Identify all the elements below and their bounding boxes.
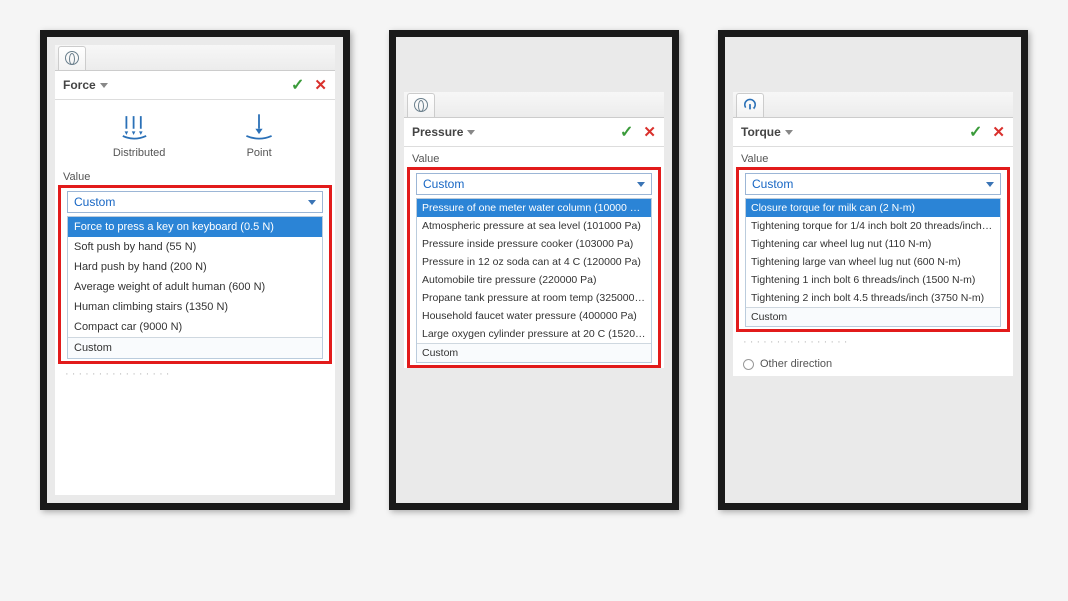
option-item[interactable]: Tightening torque for 1/4 inch bolt 20 t… (746, 217, 1000, 235)
chevron-down-icon (308, 200, 316, 205)
cancel-icon[interactable]: ✕ (314, 76, 327, 94)
radio-icon (743, 359, 754, 370)
title-bar: Force ✓ ✕ (55, 71, 335, 100)
option-item[interactable]: Tightening 2 inch bolt 4.5 threads/inch … (746, 289, 1000, 307)
globe-icon (414, 98, 428, 112)
option-item[interactable]: Pressure in 12 oz soda can at 4 C (12000… (417, 253, 651, 271)
globe-icon (65, 51, 79, 65)
option-item[interactable]: Compact car (9000 N) (68, 317, 322, 337)
distributed-icon (121, 112, 157, 140)
obscured-row: · · · · · · · · · · · · · · · · (733, 332, 1013, 352)
title-bar: Pressure ✓ ✕ (404, 118, 664, 147)
value-dropdown[interactable]: Custom (67, 191, 323, 213)
other-direction-radio[interactable]: Other direction (733, 352, 1013, 376)
option-item[interactable]: Hard push by hand (200 N) (68, 257, 322, 277)
highlight-box-pressure: Custom Pressure of one meter water colum… (407, 167, 661, 368)
title-bar: Torque ✓ ✕ (733, 118, 1013, 147)
torque-panel: Torque ✓ ✕ Value Custom Closure torque f… (733, 92, 1013, 376)
dropdown-selected: Custom (752, 177, 793, 191)
force-type-row: Distributed Point (55, 100, 335, 165)
option-item[interactable]: Tightening car wheel lug nut (110 N-m) (746, 235, 1000, 253)
torque-panel-frame: Torque ✓ ✕ Value Custom Closure torque f… (718, 30, 1028, 510)
cancel-icon[interactable]: ✕ (643, 123, 656, 141)
cancel-icon[interactable]: ✕ (992, 123, 1005, 141)
tab-globe[interactable] (58, 46, 86, 70)
value-dropdown[interactable]: Custom (416, 173, 652, 195)
distributed-label: Distributed (113, 147, 166, 159)
dropdown-selected: Custom (423, 177, 464, 191)
point-option[interactable]: Point (241, 112, 277, 159)
option-item[interactable]: Tightening 1 inch bolt 6 threads/inch (1… (746, 271, 1000, 289)
tab-strip (404, 92, 664, 118)
highlight-box-force: Custom Force to press a key on keyboard … (58, 185, 332, 364)
force-panel: Force ✓ ✕ Distributed (55, 45, 335, 495)
option-item[interactable]: Force to press a key on keyboard (0.5 N) (68, 217, 322, 237)
confirm-icon[interactable]: ✓ (969, 122, 982, 142)
torque-icon (743, 98, 757, 112)
option-list: Pressure of one meter water column (1000… (416, 198, 652, 363)
tab-globe[interactable] (407, 93, 435, 117)
option-item-custom[interactable]: Custom (746, 307, 1000, 326)
tab-strip (55, 45, 335, 71)
option-item[interactable]: Household faucet water pressure (400000 … (417, 307, 651, 325)
obscured-row: · · · · · · · · · · · · · · · · (55, 364, 335, 384)
option-item[interactable]: Large oxygen cylinder pressure at 20 C (… (417, 325, 651, 343)
option-item-custom[interactable]: Custom (68, 337, 322, 358)
chevron-down-icon (986, 182, 994, 187)
chevron-down-icon (637, 182, 645, 187)
option-item[interactable]: Pressure of one meter water column (1000… (417, 199, 651, 217)
option-item[interactable]: Soft push by hand (55 N) (68, 237, 322, 257)
option-item[interactable]: Human climbing stairs (1350 N) (68, 297, 322, 317)
option-list: Force to press a key on keyboard (0.5 N)… (67, 216, 323, 359)
tab-strip (733, 92, 1013, 118)
panel-title: Pressure (412, 125, 463, 139)
pressure-panel-frame: Pressure ✓ ✕ Value Custom Pressure of on… (389, 30, 679, 510)
option-list: Closure torque for milk can (2 N-m) Tigh… (745, 198, 1001, 327)
value-label: Value (404, 147, 664, 167)
option-item[interactable]: Tightening large van wheel lug nut (600 … (746, 253, 1000, 271)
point-label: Point (241, 147, 277, 159)
dropdown-selected: Custom (74, 195, 115, 209)
tab-torque[interactable] (736, 93, 764, 117)
distributed-option[interactable]: Distributed (113, 112, 166, 159)
panel-title: Force (63, 78, 96, 92)
chevron-down-icon[interactable] (467, 130, 475, 135)
value-dropdown[interactable]: Custom (745, 173, 1001, 195)
highlight-box-torque: Custom Closure torque for milk can (2 N-… (736, 167, 1010, 332)
confirm-icon[interactable]: ✓ (620, 122, 633, 142)
option-item-custom[interactable]: Custom (417, 343, 651, 362)
panel-title: Torque (741, 125, 781, 139)
other-direction-label: Other direction (760, 358, 832, 370)
force-panel-frame: Force ✓ ✕ Distributed (40, 30, 350, 510)
pressure-panel: Pressure ✓ ✕ Value Custom Pressure of on… (404, 92, 664, 368)
option-item[interactable]: Pressure inside pressure cooker (103000 … (417, 235, 651, 253)
option-item[interactable]: Atmospheric pressure at sea level (10100… (417, 217, 651, 235)
option-item[interactable]: Average weight of adult human (600 N) (68, 277, 322, 297)
confirm-icon[interactable]: ✓ (291, 75, 304, 95)
chevron-down-icon[interactable] (100, 83, 108, 88)
value-label: Value (55, 165, 335, 185)
value-label: Value (733, 147, 1013, 167)
option-item[interactable]: Automobile tire pressure (220000 Pa) (417, 271, 651, 289)
option-item[interactable]: Closure torque for milk can (2 N-m) (746, 199, 1000, 217)
option-item[interactable]: Propane tank pressure at room temp (3250… (417, 289, 651, 307)
point-icon (241, 112, 277, 140)
chevron-down-icon[interactable] (785, 130, 793, 135)
